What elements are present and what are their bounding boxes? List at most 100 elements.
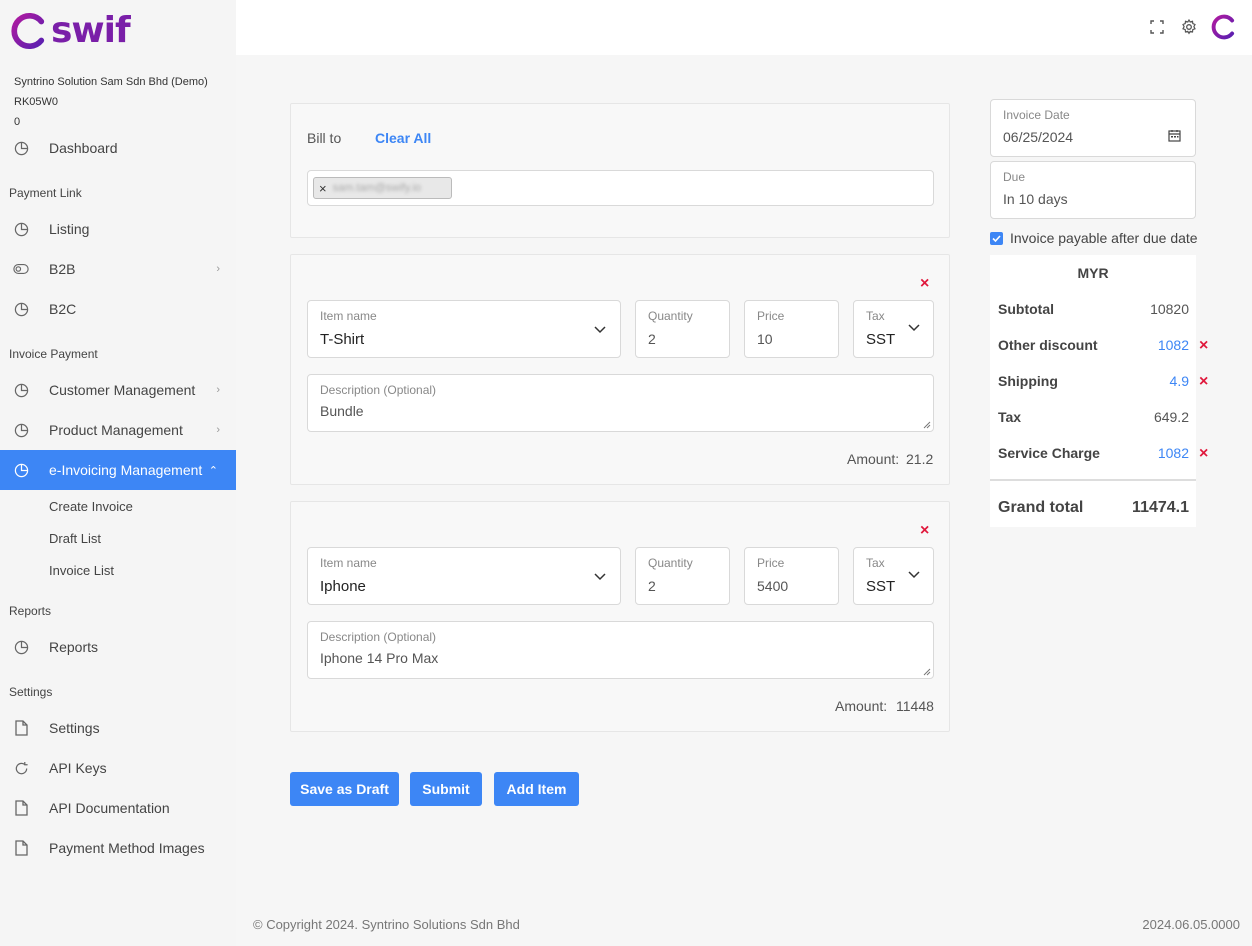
currency-label: MYR (1077, 265, 1109, 281)
sidebar-item-dashboard[interactable]: Dashboard (0, 128, 236, 168)
bill-to-input[interactable]: × sam.tam@swify.io (307, 170, 934, 206)
bill-to-label: Bill to (307, 130, 342, 146)
quantity-field[interactable]: Quantity 2 (635, 547, 730, 605)
description-value: Iphone 14 Pro Max (320, 650, 439, 666)
swif-logo-text: swif (51, 10, 131, 51)
payable-after-due-checkbox-row[interactable]: Invoice payable after due date (990, 230, 1198, 246)
sidebar-item-label: Customer Management (49, 382, 196, 398)
file-icon (13, 840, 29, 856)
item-card: × Item name Iphone Quantity 2 Price 5400… (290, 501, 950, 732)
sidebar-subitem-create-invoice[interactable]: Create Invoice (49, 499, 133, 514)
tax-value: SST (866, 331, 896, 348)
grand-total-label: Grand total (998, 499, 1084, 516)
due-field[interactable]: Due In 10 days (990, 161, 1196, 219)
payable-after-due-checkbox[interactable] (990, 231, 1003, 245)
subtotal-value: 10820 (1150, 301, 1189, 317)
sidebar-item-einvoicing-management[interactable]: e-Invoicing Management ⌃ (0, 450, 236, 490)
quantity-field[interactable]: Quantity 2 (635, 300, 730, 358)
pie-chart-icon (13, 301, 29, 317)
remove-item-button[interactable]: × (920, 523, 929, 539)
remove-service-charge-button[interactable]: × (1199, 446, 1208, 462)
tax-select[interactable]: Tax SST (853, 300, 934, 358)
price-field[interactable]: Price 5400 (744, 547, 839, 605)
sidebar-item-listing[interactable]: Listing (0, 209, 236, 249)
file-icon (13, 720, 29, 736)
item-name-value: T-Shirt (320, 331, 365, 348)
remove-discount-button[interactable]: × (1199, 338, 1208, 354)
section-invoice-payment: Invoice Payment (9, 347, 98, 361)
sidebar-item-payment-method-images[interactable]: Payment Method Images (0, 828, 236, 868)
shipping-value[interactable]: 4.9 (1170, 373, 1189, 389)
recipient-tag: × sam.tam@swify.io (313, 177, 452, 199)
price-value: 5400 (757, 578, 789, 594)
sidebar-item-b2b[interactable]: B2B › (0, 249, 236, 289)
remove-shipping-button[interactable]: × (1199, 374, 1208, 390)
quantity-label: Quantity (648, 309, 693, 323)
sidebar-item-label: API Keys (49, 760, 107, 776)
item-name-select[interactable]: Item name T-Shirt (307, 300, 621, 358)
sidebar-subitem-invoice-list[interactable]: Invoice List (49, 563, 114, 578)
sidebar-item-customer-management[interactable]: Customer Management › (0, 370, 236, 410)
sidebar-item-label: Listing (49, 221, 90, 237)
sidebar-item-product-management[interactable]: Product Management › (0, 410, 236, 450)
due-label: Due (1003, 170, 1026, 184)
company-name: Syntrino Solution Sam Sdn Bhd (Demo) (14, 76, 208, 88)
submit-button[interactable]: Submit (410, 772, 482, 806)
save-draft-button[interactable]: Save as Draft (290, 772, 399, 806)
bill-to-card: Bill to Clear All × sam.tam@swify.io (290, 103, 950, 238)
service-charge-value[interactable]: 1082 (1158, 445, 1189, 461)
sidebar-item-api-documentation[interactable]: API Documentation (0, 788, 236, 828)
tax-select[interactable]: Tax SST (853, 547, 934, 605)
divider (990, 479, 1196, 481)
sidebar-item-api-keys[interactable]: API Keys (0, 748, 236, 788)
section-settings: Settings (9, 685, 53, 699)
quantity-label: Quantity (648, 556, 693, 570)
amount-value: 21.2 (906, 451, 934, 467)
remove-item-button[interactable]: × (920, 276, 929, 292)
invoice-date-value: 06/25/2024 (1003, 129, 1074, 145)
chevron-right-icon: › (216, 424, 220, 436)
tag-remove-button[interactable]: × (319, 181, 327, 196)
sidebar-subitem-draft-list[interactable]: Draft List (49, 531, 101, 546)
sidebar-item-label: Settings (49, 720, 100, 736)
sidebar-item-label: Product Management (49, 422, 183, 438)
add-item-button[interactable]: Add Item (494, 772, 579, 806)
pie-chart-icon (13, 140, 29, 156)
description-label: Description (Optional) (320, 630, 437, 644)
sidebar-item-label: API Documentation (49, 800, 170, 816)
calendar-icon[interactable] (1168, 129, 1181, 142)
invoice-date-field[interactable]: Invoice Date 06/25/2024 (990, 99, 1196, 157)
price-value: 10 (757, 331, 773, 347)
tax-label: Tax (866, 309, 885, 323)
item-name-select[interactable]: Item name Iphone (307, 547, 621, 605)
clear-all-link[interactable]: Clear All (375, 130, 431, 146)
avatar[interactable] (1209, 13, 1237, 41)
refresh-icon (13, 760, 29, 776)
fullscreen-icon[interactable] (1147, 17, 1167, 37)
sidebar-item-label: Payment Method Images (49, 840, 205, 856)
sidebar-item-label: Dashboard (49, 140, 118, 156)
resize-handle-icon[interactable] (923, 421, 931, 429)
shipping-label: Shipping (998, 373, 1058, 389)
price-field[interactable]: Price 10 (744, 300, 839, 358)
item-name-label: Item name (320, 556, 377, 570)
swif-logo[interactable]: swif (9, 10, 131, 51)
gear-icon[interactable] (1179, 17, 1199, 37)
resize-handle-icon[interactable] (923, 668, 931, 676)
section-payment-link: Payment Link (9, 186, 82, 200)
sidebar-item-label: B2C (49, 301, 77, 317)
sidebar-item-reports[interactable]: Reports (0, 627, 236, 667)
sidebar-item-b2c[interactable]: B2C (0, 289, 236, 329)
sidebar-item-label: e-Invoicing Management (49, 462, 203, 478)
description-field[interactable]: Description (Optional) Bundle (307, 374, 934, 432)
tax-value: 649.2 (1153, 409, 1189, 425)
description-label: Description (Optional) (320, 383, 437, 397)
pie-chart-icon (13, 422, 29, 438)
description-value: Bundle (320, 403, 364, 419)
pie-chart-icon (13, 221, 29, 237)
version-text: 2024.06.05.0000 (1142, 917, 1240, 932)
sidebar-item-settings[interactable]: Settings (0, 708, 236, 748)
discount-value[interactable]: 1082 (1158, 337, 1189, 353)
file-icon (13, 800, 29, 816)
description-field[interactable]: Description (Optional) Iphone 14 Pro Max (307, 621, 934, 679)
